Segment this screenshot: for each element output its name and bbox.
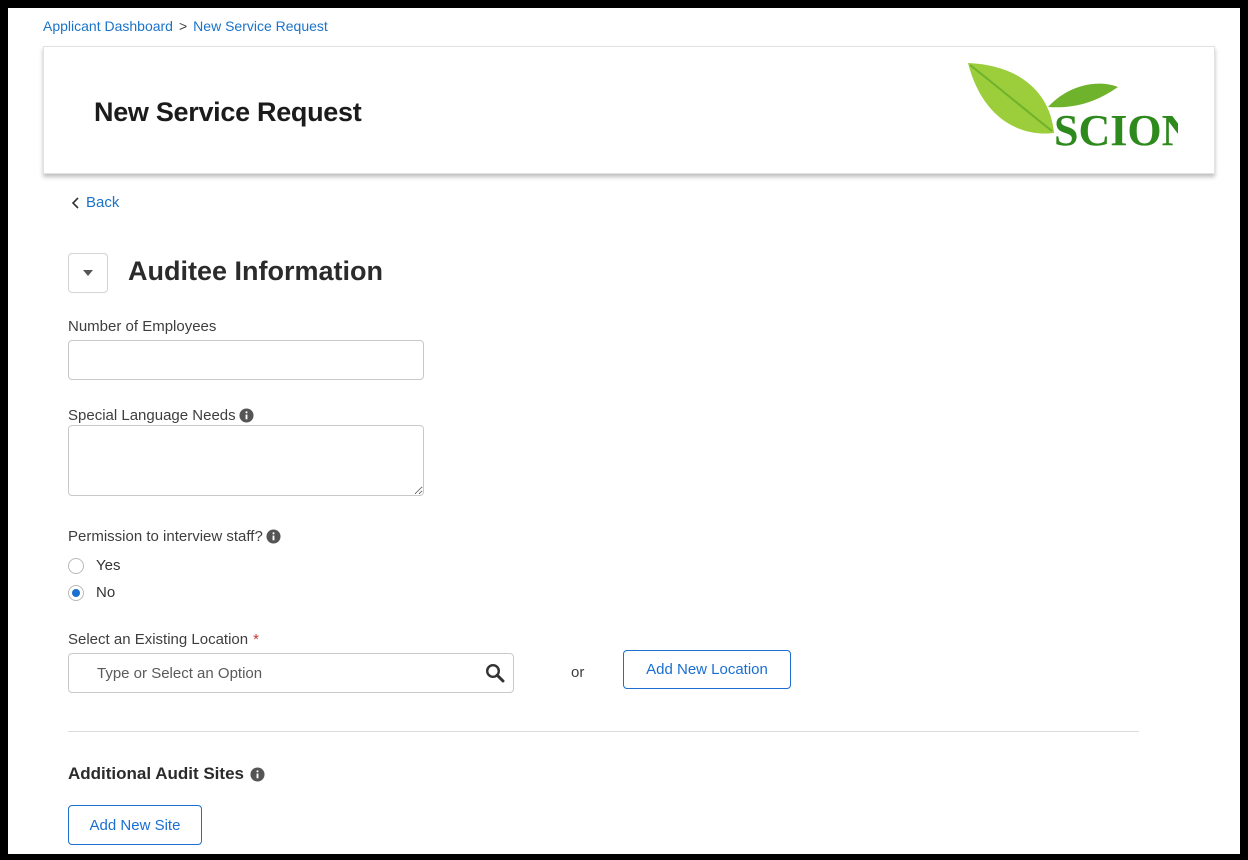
info-icon[interactable] <box>250 766 265 782</box>
radio-label-yes: Yes <box>96 557 121 574</box>
radio-button-selected[interactable] <box>68 584 84 601</box>
add-new-location-button[interactable]: Add New Location <box>623 650 791 689</box>
info-icon[interactable] <box>266 529 281 544</box>
page-frame: Applicant Dashboard > New Service Request … <box>8 8 1240 854</box>
interview-label: Permission to interview staff? <box>68 528 281 545</box>
additional-sites-title: Additional Audit Sites <box>68 764 265 784</box>
chevron-left-icon <box>71 196 79 209</box>
radio-label-no: No <box>96 584 116 601</box>
section-divider <box>68 731 1139 732</box>
breadcrumb-separator: > <box>178 18 188 34</box>
radio-option-no[interactable]: No <box>68 584 115 601</box>
location-search-placeholder: Type or Select an Option <box>97 665 263 682</box>
language-textarea[interactable] <box>68 425 424 496</box>
employees-label-text: Number of Employees <box>68 318 217 335</box>
logo-text: SCION <box>1054 106 1178 155</box>
breadcrumb-applicant-dashboard[interactable]: Applicant Dashboard <box>43 18 173 34</box>
info-icon[interactable] <box>239 408 254 423</box>
add-new-site-button[interactable]: Add New Site <box>68 805 202 845</box>
language-label: Special Language Needs <box>68 407 254 424</box>
employees-input[interactable] <box>68 340 424 380</box>
scion-logo: SCION <box>968 63 1178 155</box>
employees-label: Number of Employees <box>68 318 216 335</box>
interview-label-text: Permission to interview staff? <box>68 528 263 545</box>
back-link[interactable]: Back <box>70 194 119 211</box>
page-title: New Service Request <box>94 97 362 127</box>
radio-option-yes[interactable]: Yes <box>68 557 120 574</box>
additional-sites-title-text: Additional Audit Sites <box>68 764 244 783</box>
required-mark: * <box>253 631 259 648</box>
location-label-text: Select an Existing Location <box>68 631 249 648</box>
breadcrumb-new-service-request[interactable]: New Service Request <box>193 18 328 34</box>
language-label-text: Special Language Needs <box>68 407 236 424</box>
location-search-input[interactable]: Type or Select an Option <box>68 653 514 693</box>
caret-down-icon <box>83 270 93 276</box>
radio-dot <box>72 588 80 597</box>
section-toggle-button[interactable] <box>68 253 108 293</box>
or-text: or <box>571 664 585 681</box>
location-label: Select an Existing Location * <box>68 631 259 648</box>
radio-button[interactable] <box>68 557 84 574</box>
section-title: Auditee Information <box>128 256 383 286</box>
breadcrumb: Applicant Dashboard > New Service Request <box>43 18 328 34</box>
back-label: Back <box>86 194 120 211</box>
page-header: New Service Request SCION <box>43 46 1215 174</box>
search-icon[interactable] <box>485 663 505 683</box>
